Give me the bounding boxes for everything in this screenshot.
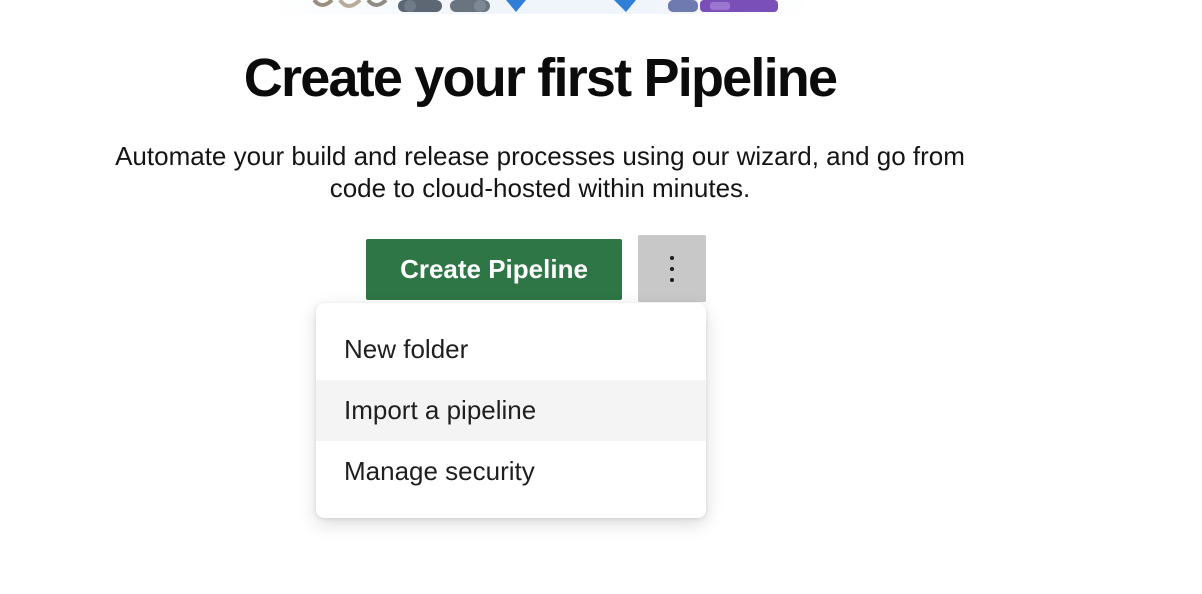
menu-item-new-folder[interactable]: New folder [316,319,706,380]
menu-item-manage-security[interactable]: Manage security [316,441,706,502]
page-description: Automate your build and release processe… [40,140,1040,204]
hero-illustration [270,0,810,14]
hero-art [312,0,778,12]
menu-item-label: Manage security [344,456,535,486]
page: Create your first Pipeline Automate your… [0,0,1202,594]
description-line-2: code to cloud-hosted within minutes. [329,173,751,203]
create-pipeline-button[interactable]: Create Pipeline [366,239,622,300]
menu-item-label: New folder [344,334,469,364]
menu-item-label: Import a pipeline [344,395,537,425]
more-options-button[interactable] [638,235,706,302]
description-line-1: Automate your build and release processe… [115,141,965,171]
more-options-menu: New folder Import a pipeline Manage secu… [316,303,706,518]
page-title: Create your first Pipeline [243,48,838,108]
more-vertical-icon [670,255,674,282]
menu-item-import-pipeline[interactable]: Import a pipeline [316,380,706,441]
